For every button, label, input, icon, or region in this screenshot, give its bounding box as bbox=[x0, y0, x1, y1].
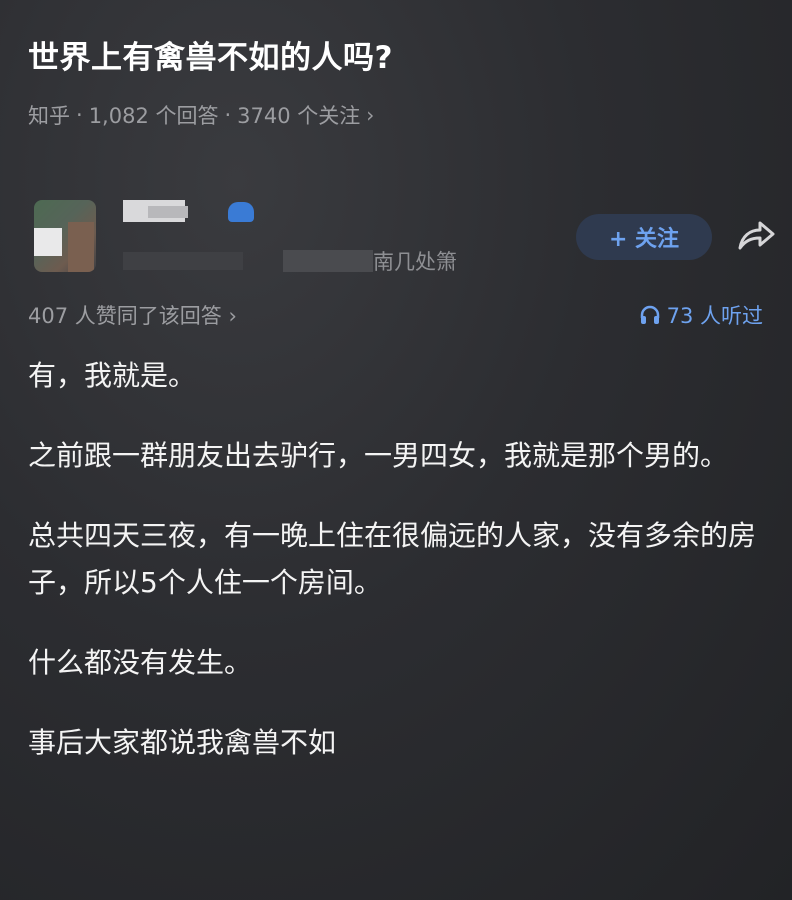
chevron-right-icon: › bbox=[228, 304, 237, 328]
answer-paragraph: 总共四天三夜，有一晚上住在很偏远的人家，没有多余的房子，所以5个人住一个房间。 bbox=[28, 519, 757, 599]
agree-count-label: 407 人赞同了该回答 bbox=[28, 304, 222, 328]
badge-icon bbox=[228, 202, 254, 222]
answer-paragraph: 事后大家都说我禽兽不如 bbox=[28, 726, 337, 759]
answer-count: 1,082 个回答 bbox=[88, 104, 219, 128]
answer-page: 世界上有禽兽不如的人吗? 知乎 · 1,082 个回答 · 3740 个关注 ›… bbox=[0, 0, 792, 900]
agree-count[interactable]: 407 人赞同了该回答 › bbox=[28, 300, 237, 330]
headphones-icon bbox=[640, 305, 659, 324]
question-title[interactable]: 世界上有禽兽不如的人吗? bbox=[28, 32, 393, 77]
chevron-right-icon: › bbox=[366, 103, 375, 127]
follow-button[interactable]: + 关注 bbox=[576, 214, 712, 260]
meta-separator: · bbox=[224, 103, 232, 127]
source-label: 知乎 bbox=[28, 104, 70, 128]
question-meta[interactable]: 知乎 · 1,082 个回答 · 3740 个关注 › bbox=[28, 100, 374, 130]
answer-paragraph: 之前跟一群朋友出去驴行，一男四女，我就是那个男的。 bbox=[28, 439, 729, 472]
avatar-mosaic bbox=[68, 222, 94, 272]
author-bio-redacted bbox=[123, 252, 243, 270]
avatar[interactable] bbox=[34, 200, 96, 272]
author-row: 南几处箫 + 关注 bbox=[28, 196, 775, 286]
answer-paragraph: 什么都没有发生。 bbox=[28, 646, 253, 679]
answer-body: 有，我就是。 之前跟一群朋友出去驴行，一男四女，我就是那个男的。 总共四天三夜，… bbox=[28, 352, 768, 799]
listen-count-label: 73 人听过 bbox=[666, 304, 763, 328]
share-icon[interactable] bbox=[736, 218, 776, 254]
answer-paragraph: 有，我就是。 bbox=[28, 359, 197, 392]
avatar-mosaic bbox=[34, 228, 62, 256]
author-bio: 南几处箫 bbox=[373, 250, 457, 274]
stats-row: 407 人赞同了该回答 › 73 人听过 bbox=[28, 300, 763, 330]
listen-count[interactable]: 73 人听过 bbox=[639, 300, 763, 330]
follow-count: 3740 个关注 bbox=[237, 104, 361, 128]
meta-separator: · bbox=[76, 103, 83, 127]
author-name-redacted bbox=[148, 206, 188, 218]
author-bio-redacted bbox=[283, 250, 373, 272]
